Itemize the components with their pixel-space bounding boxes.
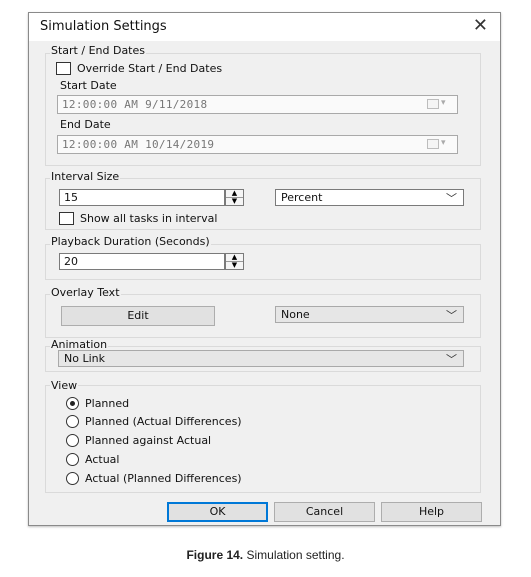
interval-size-value: 15 [64,191,78,204]
figure-caption-label: Figure 14. [186,548,244,562]
show-all-tasks-label: Show all tasks in interval [80,212,218,225]
chevron-down-icon: ﹀ [446,353,457,366]
start-date-field[interactable]: 12:00:00 AM 9/11/2018 ▾ [57,95,458,114]
end-date-label: End Date [60,118,111,131]
chevron-down-icon: ﹀ [446,309,457,322]
view-radio-planned[interactable] [66,397,79,410]
title-bar: Simulation Settings ✕ [29,13,500,41]
playback-group-label: Playback Duration (Seconds) [50,235,211,248]
view-option-label: Planned against Actual [85,434,212,447]
figure-caption-text: Simulation setting. [243,548,345,562]
overlay-edit-button[interactable]: Edit [61,306,215,326]
cancel-button[interactable]: Cancel [274,502,375,522]
spin-down-icon[interactable]: ▼ [226,198,243,205]
playback-duration-spinner[interactable]: ▲ ▼ [225,253,244,270]
view-option-label: Planned (Actual Differences) [85,415,242,428]
figure-caption: Figure 14. Simulation setting. [0,548,531,562]
show-all-tasks-checkbox[interactable] [59,212,74,225]
chevron-down-icon: ﹀ [446,192,457,205]
playback-duration-value: 20 [64,255,78,268]
end-date-value: 12:00:00 AM 10/14/2019 [62,138,215,151]
interval-unit-select[interactable]: Percent ﹀ [275,189,464,206]
view-option-label: Actual (Planned Differences) [85,472,242,485]
help-button[interactable]: Help [381,502,482,522]
dates-group-label: Start / End Dates [50,44,146,57]
animation-select[interactable]: No Link ﹀ [58,350,464,367]
view-radio-planned-against-actual[interactable] [66,434,79,447]
end-date-field[interactable]: 12:00:00 AM 10/14/2019 ▾ [57,135,458,154]
overlay-group-label: Overlay Text [50,286,121,299]
interval-group-label: Interval Size [50,170,121,183]
ok-button[interactable]: OK [167,502,268,522]
simulation-settings-dialog: Simulation Settings ✕ Start / End Dates … [28,12,501,526]
view-option-label: Planned [85,397,130,410]
dialog-title: Simulation Settings [40,19,167,34]
override-dates-checkbox[interactable] [56,62,71,75]
interval-size-spinner[interactable]: ▲ ▼ [225,189,244,206]
playback-duration-input[interactable]: 20 [59,253,225,270]
start-date-label: Start Date [60,79,117,92]
spin-down-icon[interactable]: ▼ [226,262,243,269]
overlay-selected-value: None [281,308,310,321]
view-option-label: Actual [85,453,120,466]
view-radio-planned-actual-differences[interactable] [66,415,79,428]
animation-selected-value: No Link [64,352,105,365]
interval-unit-value: Percent [281,191,323,204]
calendar-dropdown-icon[interactable]: ▾ [427,98,451,110]
view-radio-actual-planned-differences[interactable] [66,472,79,485]
overlay-select[interactable]: None ﹀ [275,306,464,323]
interval-size-input[interactable]: 15 [59,189,225,206]
override-dates-label: Override Start / End Dates [77,62,223,75]
view-group-label: View [50,379,79,392]
start-date-value: 12:00:00 AM 9/11/2018 [62,98,208,111]
close-icon[interactable]: ✕ [473,15,488,36]
calendar-dropdown-icon[interactable]: ▾ [427,138,451,150]
view-radio-actual[interactable] [66,453,79,466]
